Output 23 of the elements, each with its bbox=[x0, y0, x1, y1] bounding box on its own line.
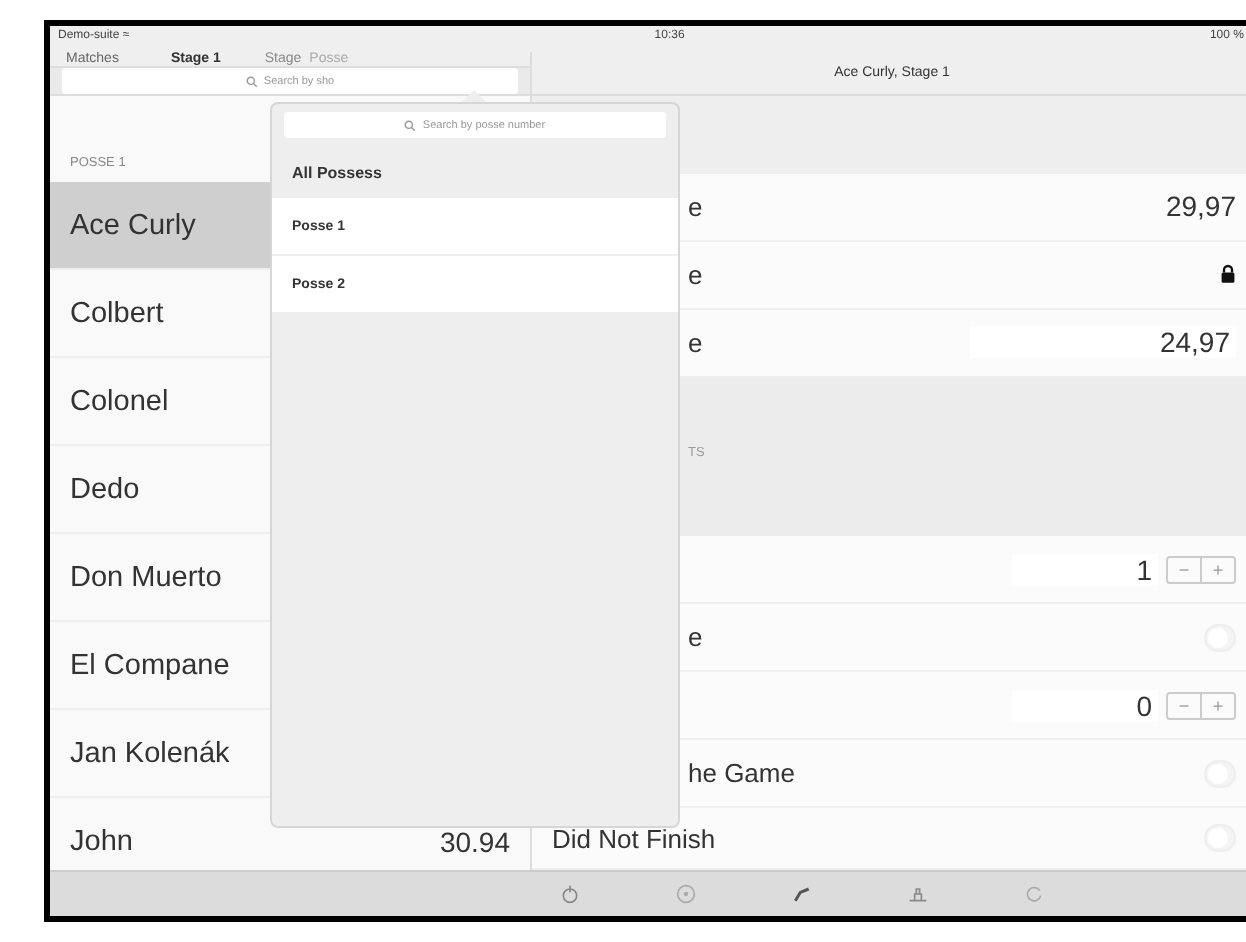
row-label: he Game bbox=[688, 758, 795, 788]
decrement-button[interactable]: − bbox=[1168, 557, 1200, 581]
count-field[interactable]: 0 bbox=[1012, 689, 1158, 721]
lock-icon bbox=[1220, 264, 1236, 285]
timer-icon[interactable] bbox=[559, 884, 579, 904]
time-field[interactable]: 24,97 bbox=[970, 326, 1236, 359]
increment-button[interactable]: + bbox=[1200, 557, 1234, 581]
pistol-icon[interactable] bbox=[791, 884, 811, 904]
row-label: e bbox=[688, 622, 703, 652]
row-label: Did Not Finish bbox=[552, 823, 716, 853]
all-posses-item[interactable]: All Possess bbox=[272, 146, 678, 198]
row-label: e bbox=[688, 327, 703, 358]
search-icon bbox=[404, 119, 417, 131]
search-icon bbox=[245, 75, 258, 87]
podium-icon[interactable] bbox=[907, 884, 927, 904]
time-value: 29,97 bbox=[1165, 190, 1236, 223]
decrement-button[interactable]: − bbox=[1168, 693, 1200, 717]
increment-button[interactable]: + bbox=[1200, 693, 1234, 717]
target-icon[interactable] bbox=[675, 884, 695, 904]
row-label: e bbox=[688, 191, 703, 222]
row-label: e bbox=[688, 259, 703, 290]
count-field[interactable]: 1 bbox=[1012, 553, 1158, 585]
refresh-icon[interactable] bbox=[1023, 884, 1043, 904]
